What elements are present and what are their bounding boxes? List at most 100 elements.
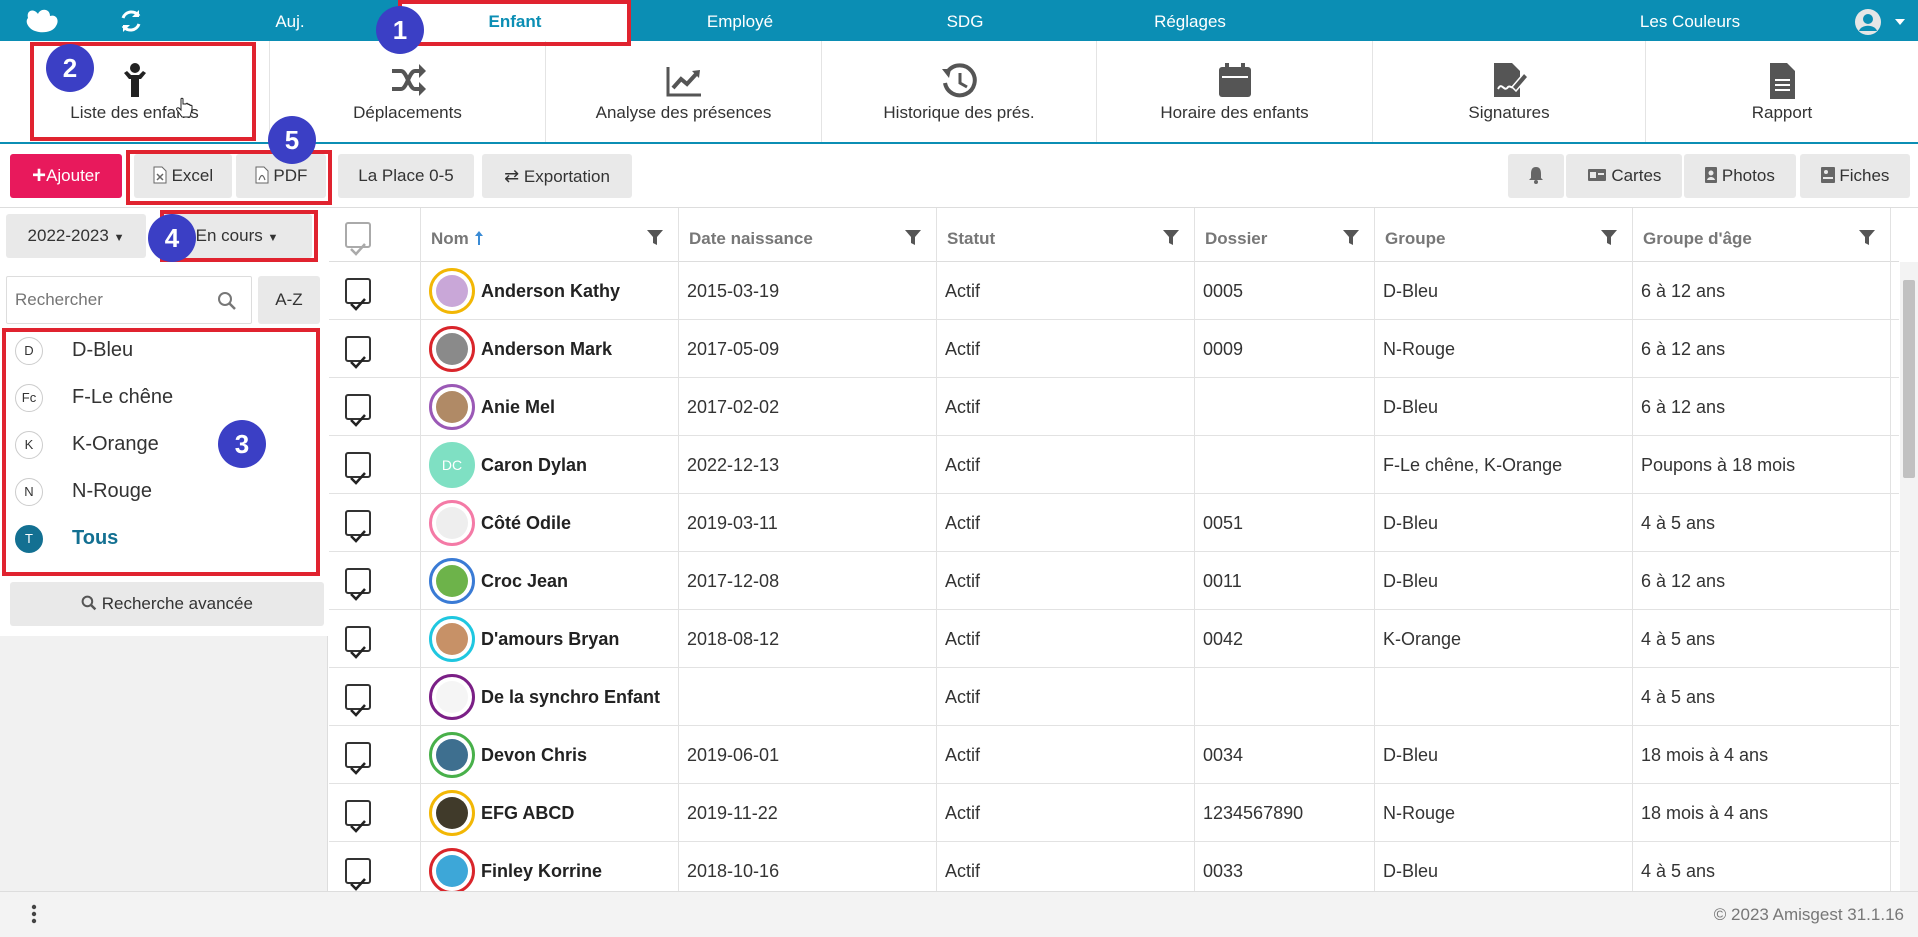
filter-icon[interactable] — [1858, 229, 1876, 247]
table-row[interactable]: Finley Korrine 2018-10-16 Actif 0033 D-Bleu 4… — [329, 842, 1899, 891]
vertical-scrollbar[interactable] — [1900, 262, 1918, 891]
table-row[interactable]: DC Caron Dylan 2022-12-13 Actif F-Le chêne, … — [329, 436, 1899, 494]
table-row[interactable]: Devon Chris 2019-06-01 Actif 0034 D-Bleu 18 m… — [329, 726, 1899, 784]
row-checkbox[interactable] — [345, 800, 371, 833]
cell-name[interactable]: EFG ABCD — [421, 784, 679, 842]
search-input[interactable] — [15, 287, 205, 313]
chevron-down-icon[interactable] — [1894, 18, 1906, 26]
table-row[interactable]: Côté Odile 2019-03-11 Actif 0051 D-Bleu 4 à 5… — [329, 494, 1899, 552]
user-avatar-icon[interactable] — [1854, 8, 1884, 36]
table-row[interactable]: EFG ABCD 2019-11-22 Actif 1234567890 N-Rouge… — [329, 784, 1899, 842]
nav-today[interactable]: Auj. — [230, 0, 350, 41]
row-checkbox[interactable] — [345, 278, 371, 311]
column-header-groupe-age[interactable]: Groupe d'âge — [1633, 208, 1891, 262]
sheets-label: Fiches — [1839, 166, 1890, 185]
avatar[interactable] — [429, 500, 475, 546]
module-horaire[interactable]: Horaire des enfants — [1097, 41, 1373, 142]
cell-select — [329, 784, 421, 842]
filter-icon[interactable] — [1162, 229, 1180, 247]
export-button[interactable]: ⇄ Exportation — [482, 154, 632, 198]
refresh-icon[interactable] — [118, 8, 144, 34]
table-row[interactable]: D'amours Bryan 2018-08-12 Actif 0042 K-Orang… — [329, 610, 1899, 668]
advanced-search-button[interactable]: Recherche avancée — [10, 582, 324, 626]
table-row[interactable]: Anderson Mark 2017-05-09 Actif 0009 N-Rouge 6… — [329, 320, 1899, 378]
child-name: Croc Jean — [481, 571, 569, 591]
cards-label: Cartes — [1611, 166, 1662, 185]
avatar[interactable] — [429, 384, 475, 430]
cards-button[interactable]: Cartes — [1566, 154, 1682, 198]
avatar[interactable] — [429, 848, 475, 891]
row-checkbox[interactable] — [345, 626, 371, 659]
filter-icon[interactable] — [646, 229, 664, 247]
avatar[interactable] — [429, 326, 475, 372]
avatar[interactable]: DC — [429, 442, 475, 488]
column-header-nom[interactable]: Nom — [421, 208, 679, 262]
avatar[interactable] — [429, 268, 475, 314]
search-icon[interactable] — [217, 291, 237, 311]
trend-chart-icon — [666, 67, 701, 97]
sheets-button[interactable]: Fiches — [1800, 154, 1910, 198]
cell-file: 0042 — [1195, 610, 1375, 668]
id-card-icon — [1587, 169, 1606, 181]
row-checkbox[interactable] — [345, 568, 371, 601]
module-analyse[interactable]: Analyse des présences — [546, 41, 822, 142]
cell-name[interactable]: Finley Korrine — [421, 842, 679, 891]
row-checkbox[interactable] — [345, 510, 371, 543]
avatar[interactable] — [429, 616, 475, 662]
column-header-statut[interactable]: Statut — [937, 208, 1195, 262]
cell-status: Actif — [937, 494, 1195, 552]
cell-name[interactable]: DC Caron Dylan — [421, 436, 679, 494]
place-button[interactable]: La Place 0-5 — [338, 154, 474, 198]
module-signatures[interactable]: Signatures — [1373, 41, 1646, 142]
row-checkbox[interactable] — [345, 684, 371, 717]
column-header-groupe[interactable]: Groupe — [1375, 208, 1633, 262]
select-all-checkbox[interactable] — [345, 222, 371, 256]
cell-name[interactable]: Anderson Kathy — [421, 262, 679, 320]
avatar[interactable] — [429, 558, 475, 604]
cell-name[interactable]: D'amours Bryan — [421, 610, 679, 668]
avatar[interactable] — [429, 790, 475, 836]
app-logo-icon[interactable] — [24, 6, 62, 36]
table-row[interactable]: Anie Mel 2017-02-02 Actif D-Bleu 6 à 12 ans — [329, 378, 1899, 436]
nav-employe[interactable]: Employé — [660, 0, 820, 41]
sort-az-button[interactable]: A-Z — [258, 276, 320, 324]
module-rapport[interactable]: Rapport — [1646, 41, 1918, 142]
cell-name[interactable]: De la synchro Enfant — [421, 668, 679, 726]
filter-icon[interactable] — [904, 229, 922, 247]
search-box[interactable] — [6, 276, 252, 324]
org-name[interactable]: Les Couleurs — [1590, 0, 1790, 41]
filter-icon[interactable] — [1342, 229, 1360, 247]
nav-sdg[interactable]: SDG — [900, 0, 1030, 41]
cell-name[interactable]: Côté Odile — [421, 494, 679, 552]
add-button[interactable]: +Ajouter — [10, 154, 122, 198]
column-header-date-naissance[interactable]: Date naissance — [679, 208, 937, 262]
cell-name[interactable]: Anderson Mark — [421, 320, 679, 378]
avatar[interactable] — [429, 732, 475, 778]
avatar[interactable] — [429, 674, 475, 720]
table-row[interactable]: Croc Jean 2017-12-08 Actif 0011 D-Bleu 6 à 12… — [329, 552, 1899, 610]
scrollbar-thumb[interactable] — [1903, 280, 1915, 478]
row-checkbox[interactable] — [345, 452, 371, 485]
cell-name[interactable]: Anie Mel — [421, 378, 679, 436]
checkmark-icon — [350, 588, 366, 601]
table-row[interactable]: Anderson Kathy 2015-03-19 Actif 0005 D-Bleu 6… — [329, 262, 1899, 320]
module-historique[interactable]: Historique des prés. — [822, 41, 1097, 142]
row-checkbox[interactable] — [345, 742, 371, 775]
filter-icon[interactable] — [1600, 229, 1618, 247]
row-checkbox[interactable] — [345, 394, 371, 427]
year-dropdown[interactable]: 2022-2023 ▼ — [6, 214, 146, 258]
cell-name[interactable]: Devon Chris — [421, 726, 679, 784]
notification-button[interactable] — [1508, 154, 1564, 198]
cell-age-group: 18 mois à 4 ans — [1633, 784, 1891, 842]
table-row[interactable]: De la synchro Enfant Actif 4 à 5 ans — [329, 668, 1899, 726]
sort-up-arrow-icon — [474, 231, 483, 245]
more-vertical-icon[interactable] — [30, 904, 38, 924]
row-checkbox[interactable] — [345, 858, 371, 891]
cell-age-group: 18 mois à 4 ans — [1633, 726, 1891, 784]
photos-button[interactable]: Photos — [1684, 154, 1796, 198]
cell-name[interactable]: Croc Jean — [421, 552, 679, 610]
row-checkbox[interactable] — [345, 336, 371, 369]
nav-reglages[interactable]: Réglages — [1120, 0, 1260, 41]
swap-arrows-icon: ⇄ — [504, 166, 520, 186]
column-header-dossier[interactable]: Dossier — [1195, 208, 1375, 262]
